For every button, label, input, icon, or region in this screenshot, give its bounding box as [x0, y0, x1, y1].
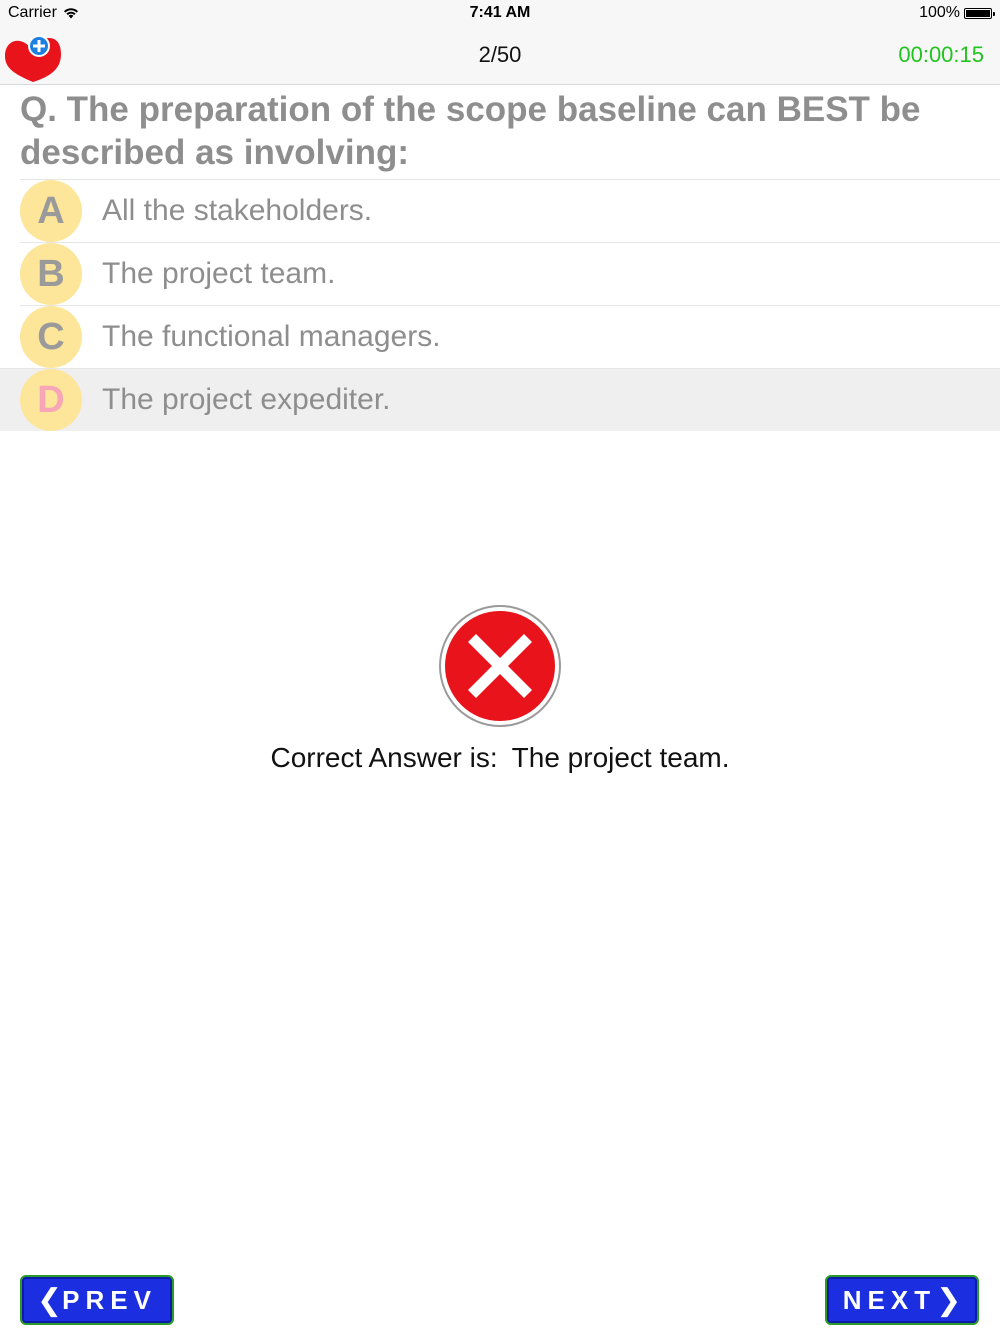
battery-percent: 100%: [919, 4, 960, 21]
option-d[interactable]: D The project expediter.: [0, 368, 1000, 431]
option-b[interactable]: B The project team.: [20, 242, 1000, 305]
option-text: The project team.: [102, 257, 336, 290]
quiz-timer: 00:00:15: [898, 42, 984, 67]
chevron-right-icon: ❯: [936, 1283, 962, 1317]
prev-button[interactable]: ❮ PREV: [20, 1275, 174, 1325]
chevron-left-icon: ❮: [37, 1283, 63, 1317]
option-text: The functional managers.: [102, 320, 441, 353]
battery-icon: [964, 7, 995, 19]
next-button[interactable]: NEXT ❯: [825, 1275, 979, 1325]
prev-label: PREV: [62, 1284, 157, 1315]
option-a[interactable]: A All the stakeholders.: [20, 179, 1000, 242]
option-c[interactable]: C The functional managers.: [20, 305, 1000, 368]
correct-answer-label: Correct Answer is:: [270, 742, 498, 773]
option-letter-badge: B: [20, 243, 82, 305]
wrong-x-icon: [439, 605, 561, 727]
next-label: NEXT: [842, 1284, 937, 1315]
option-letter-badge: A: [20, 180, 82, 242]
question-text: Q. The preparation of the scope baseline…: [20, 90, 921, 172]
status-bar: Carrier 7:41 AM 100%: [0, 0, 1000, 28]
clock: 7:41 AM: [469, 4, 531, 21]
option-letter-badge: D: [20, 369, 82, 431]
nav-bar: 2/50 00:00:15: [0, 28, 1000, 85]
option-text: The project expediter.: [102, 383, 391, 416]
option-text: All the stakeholders.: [102, 194, 373, 227]
correct-answer-value: The project team.: [511, 742, 730, 773]
correct-answer-line: Correct Answer is: The project team.: [0, 742, 1000, 774]
option-letter-badge: C: [20, 306, 82, 368]
answer-options: A All the stakeholders. B The project te…: [0, 179, 1000, 431]
question-counter: 2/50: [478, 42, 522, 67]
battery-status: 100%: [919, 4, 995, 22]
